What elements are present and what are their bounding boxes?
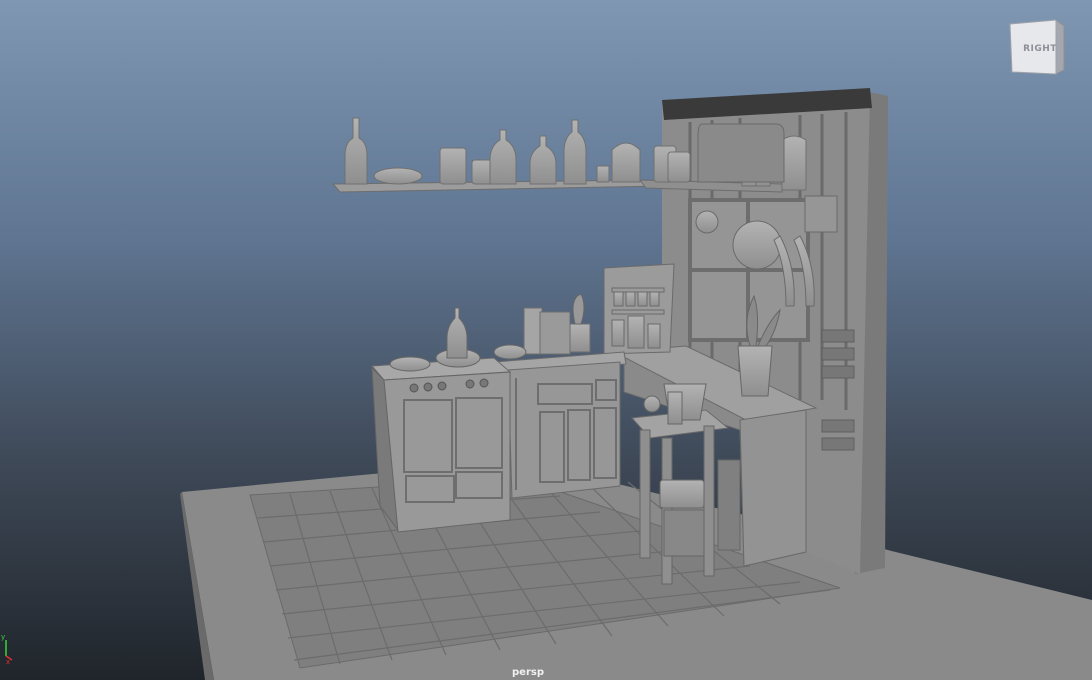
y-axis-label: y [1, 633, 5, 641]
axis-gizmo: y x [1, 633, 13, 666]
camera-name-label: persp [512, 667, 544, 678]
maya-perspective-viewport[interactable]: RIGHT y x persp [0, 0, 1092, 680]
viewcube[interactable]: RIGHT [1004, 18, 1070, 78]
x-axis-label: x [6, 658, 10, 666]
kitchen-scene-render[interactable] [0, 0, 1092, 680]
viewcube-face-label[interactable]: RIGHT [1018, 44, 1062, 54]
stove [370, 307, 527, 533]
spice-rack [603, 263, 675, 355]
